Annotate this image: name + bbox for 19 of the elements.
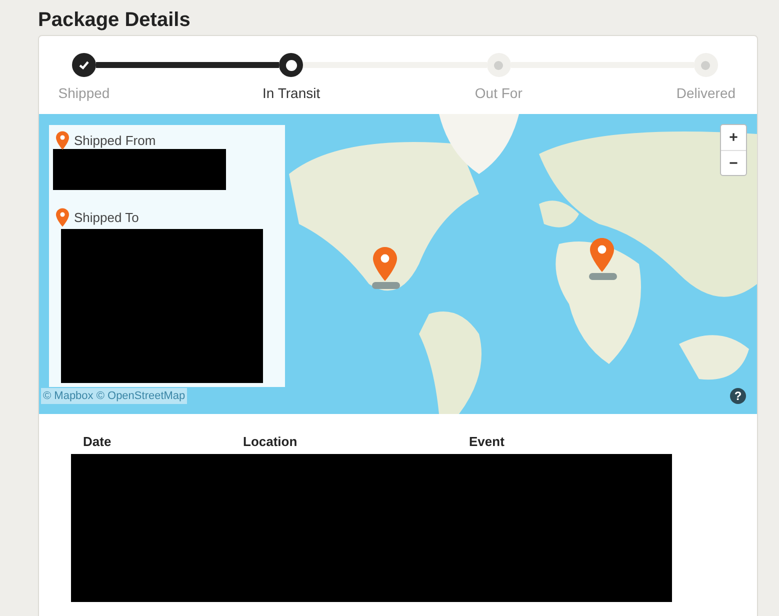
map-pin-icon [590, 238, 614, 272]
map-pin-icon [373, 247, 397, 281]
zoom-in-button[interactable]: + [721, 125, 746, 150]
map-pin-icon [56, 131, 69, 150]
step-label: Delivered [676, 84, 736, 103]
step-label: Shipped [58, 84, 110, 103]
step-label: Out For [474, 84, 522, 103]
page-title: Package Details [38, 8, 192, 33]
step-label: In Transit [262, 84, 320, 103]
shipped-to-label: Shipped To [74, 208, 139, 227]
zoom-out-button[interactable]: − [721, 150, 746, 175]
pin-shadow-icon [589, 273, 617, 280]
attribution-text: © Mapbox © OpenStreetMap [41, 388, 188, 404]
pin-shadow-icon [372, 282, 400, 289]
shipped-from-label: Shipped From [74, 132, 156, 150]
column-header: Event [469, 433, 504, 451]
column-header: Date [83, 433, 112, 451]
map-pin-icon [56, 208, 69, 227]
column-header: Location [243, 433, 298, 451]
